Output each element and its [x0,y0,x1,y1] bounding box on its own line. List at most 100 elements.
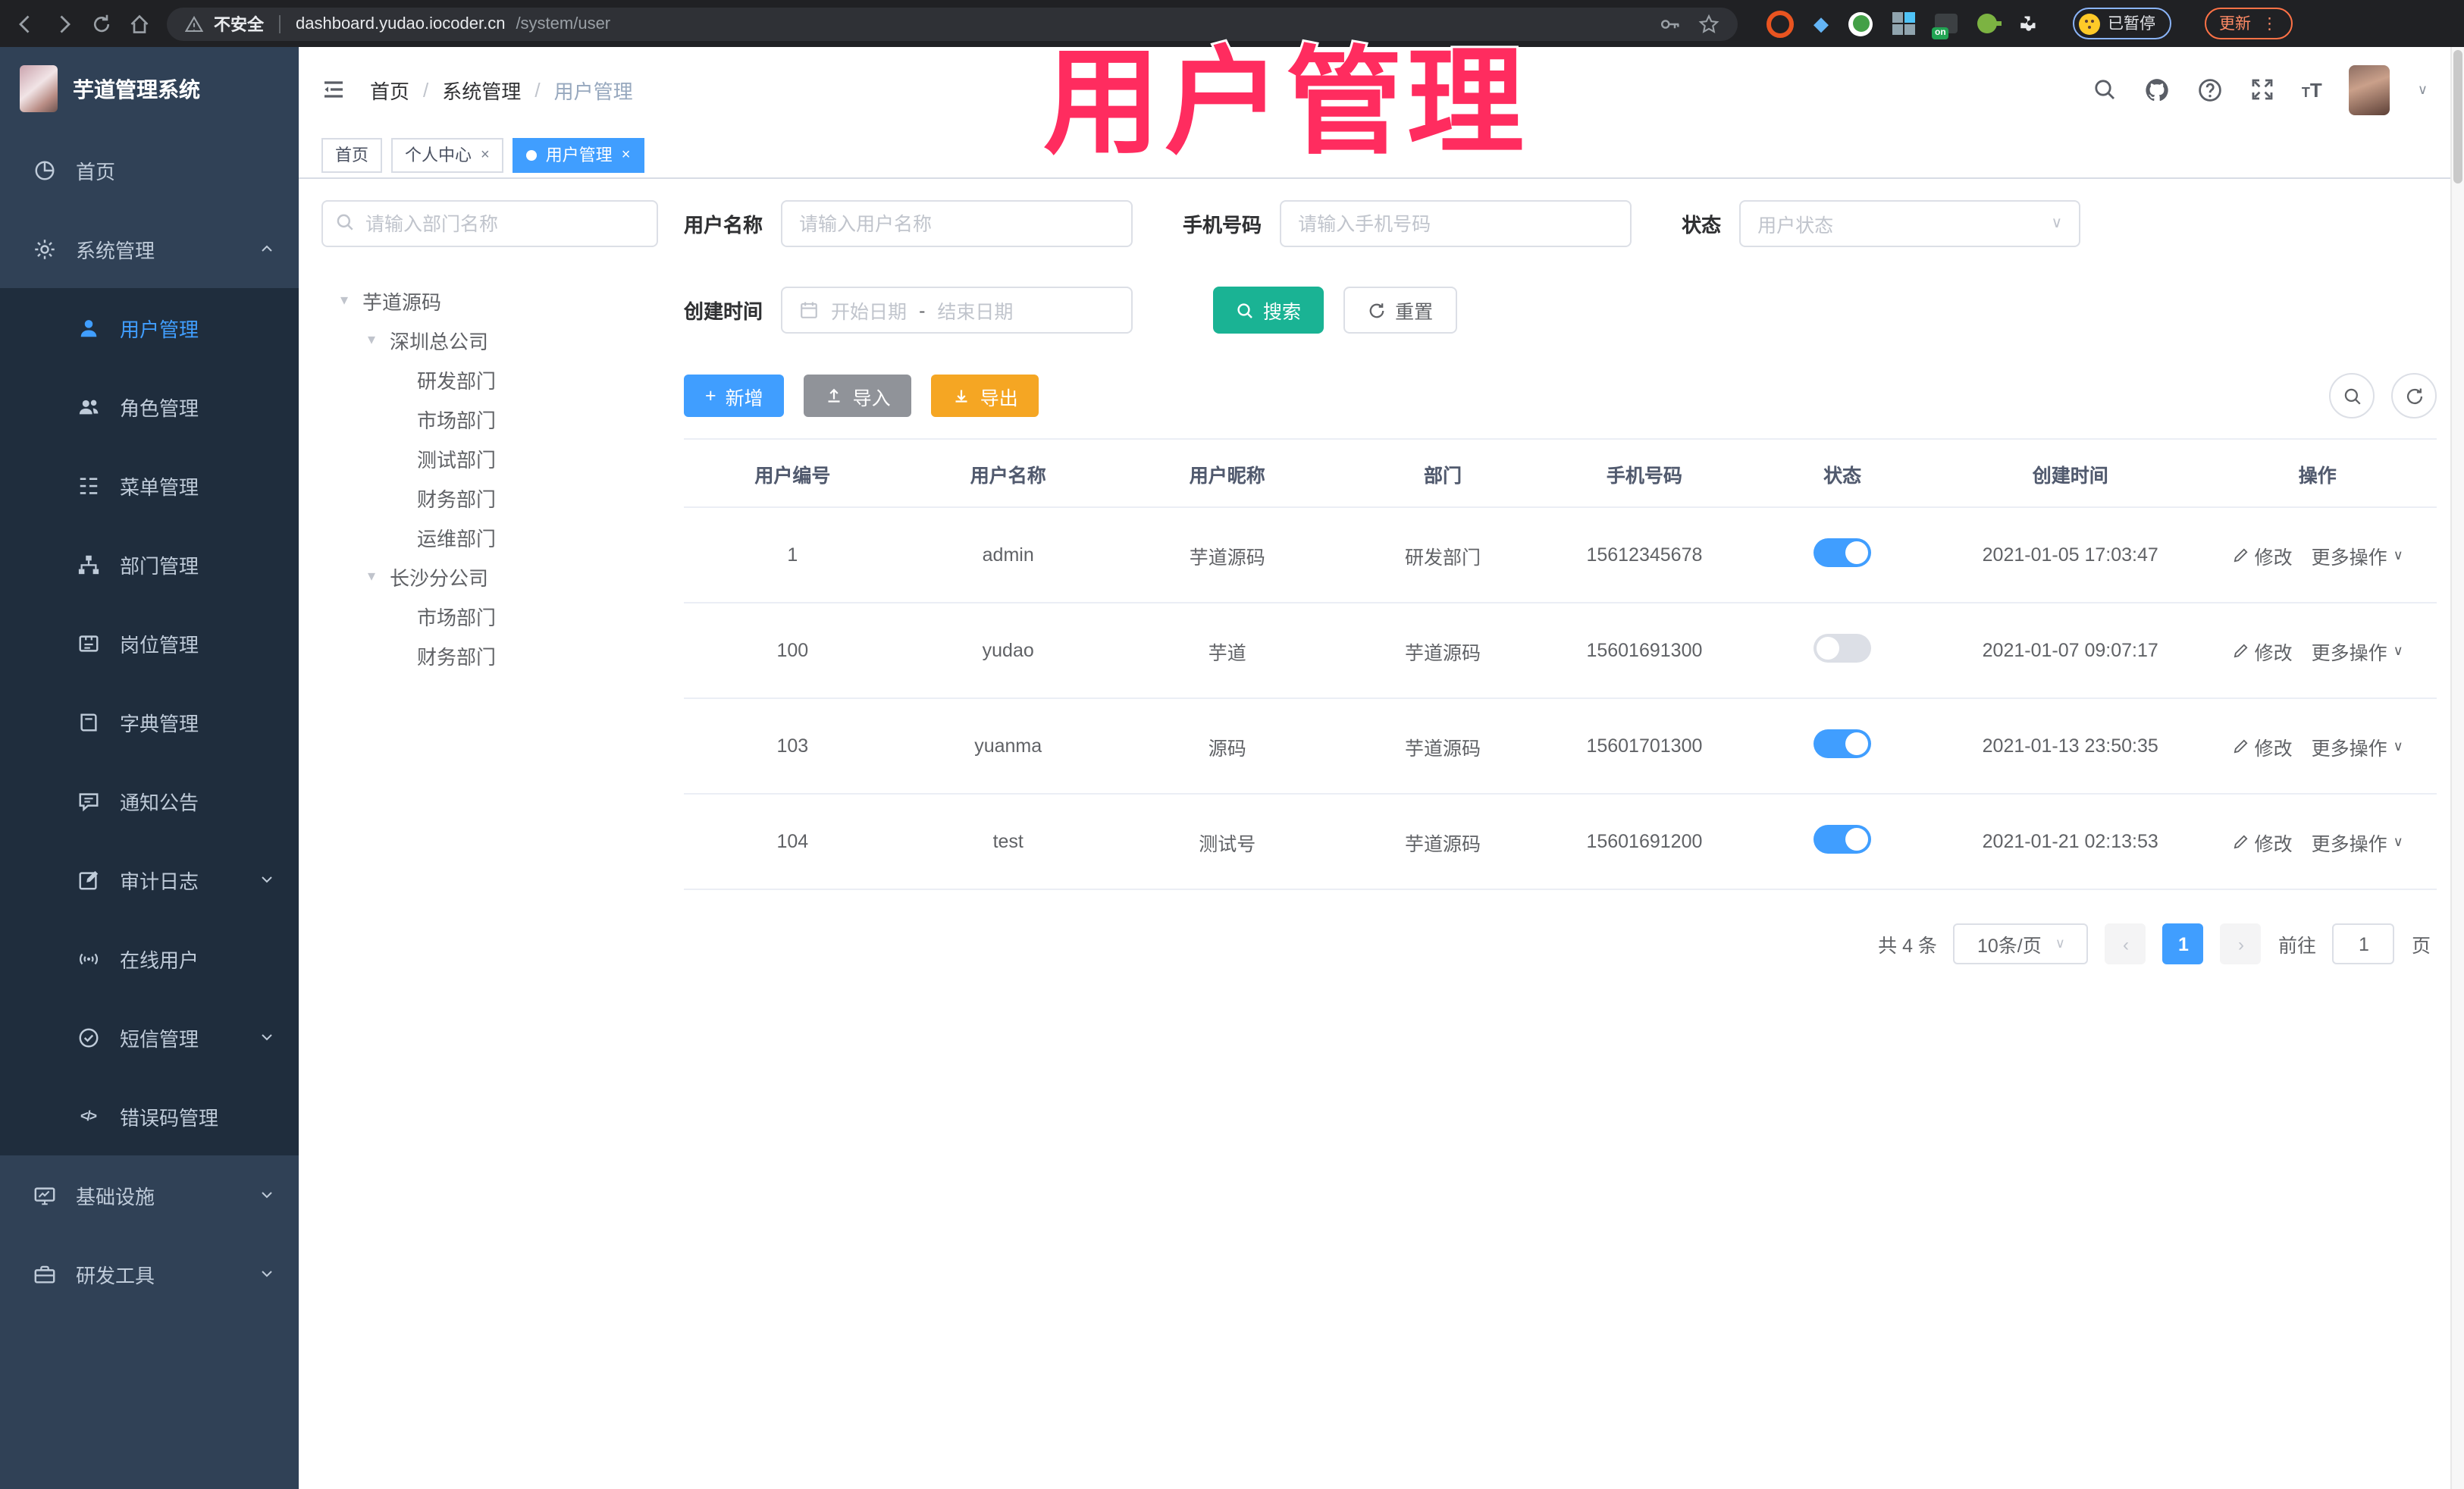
security-label[interactable]: 不安全 [214,11,264,36]
dept-search-input[interactable] [321,200,658,247]
tree-node[interactable]: ▾ 深圳总公司 [321,320,658,359]
username-input[interactable] [781,200,1133,247]
import-button[interactable]: 导入 [804,375,912,417]
extension-blue-gem-icon[interactable]: ◆ [1814,14,1829,33]
tree-node[interactable]: 财务部门 [321,478,658,517]
sidebar-item-dev-tools[interactable]: 研发工具 [0,1234,299,1313]
sidebar-item-home[interactable]: 首页 [0,130,299,209]
back-icon[interactable] [15,13,36,34]
sidebar-item-infrastructure[interactable]: 基础设施 [0,1155,299,1234]
sidebar-item-dept-management[interactable]: 部门管理 [0,525,299,603]
collapse-menu-icon[interactable] [321,77,346,102]
sidebar-item-user-management[interactable]: 用户管理 [0,288,299,367]
extension-squares-icon[interactable] [1892,12,1915,35]
scrollbar-thumb[interactable] [2453,50,2462,183]
sidebar-item-menu-management[interactable]: 菜单管理 [0,446,299,525]
tree-node[interactable]: 财务部门 [321,635,658,675]
help-icon[interactable] [2197,77,2223,102]
sidebar-item-error-code[interactable]: </> 错误码管理 [0,1077,299,1155]
tree-expand-icon[interactable]: ▾ [364,331,379,348]
status-toggle[interactable] [1814,538,1872,567]
user-avatar[interactable] [2349,64,2390,114]
extension-orange-ring-icon[interactable] [1766,10,1794,37]
sidebar-item-online-users[interactable]: 在线用户 [0,919,299,998]
status-toggle[interactable] [1814,634,1872,663]
extension-green-circle-icon[interactable] [1848,11,1873,36]
tree-node[interactable]: 运维部门 [321,517,658,556]
add-button[interactable]: + 新增 [684,375,785,417]
app-logo-row[interactable]: 芋道管理系统 [0,47,299,130]
more-actions-link[interactable]: 更多操作 ∨ [2312,732,2403,760]
security-warning-icon[interactable] [185,14,203,33]
extension-switch-icon[interactable]: on [1932,14,1958,39]
header-search-icon[interactable] [2093,77,2117,102]
avatar-caret-icon[interactable]: ∨ [2418,81,2428,98]
app-title: 芋道管理系统 [73,77,200,101]
tag-home[interactable]: 首页 [321,137,382,172]
page-size-select[interactable]: 10条/页 ∨ [1953,923,2089,964]
github-icon[interactable] [2144,77,2170,102]
edit-link[interactable]: 修改 [2232,827,2293,856]
url-path[interactable]: /system/user [516,14,610,33]
home-icon[interactable] [129,13,150,34]
browser-menu-icon[interactable]: ⋮ [2262,14,2277,33]
tree-node[interactable]: ▾ 芋道源码 [321,281,658,320]
profile-paused-badge[interactable]: 已暂停 [2073,8,2171,39]
tag-user-management[interactable]: 用户管理 × [512,137,644,172]
scrollbar[interactable] [2450,47,2464,1489]
goto-page-input[interactable] [2332,923,2395,964]
more-actions-link[interactable]: 更多操作 ∨ [2312,541,2403,569]
tree-expand-icon[interactable]: ▾ [364,568,379,585]
current-page-button[interactable]: 1 [2162,923,2204,964]
search-button[interactable]: 搜索 [1213,287,1324,334]
close-icon[interactable]: × [622,146,631,163]
mobile-input[interactable] [1280,200,1632,247]
breadcrumb-home[interactable]: 首页 [370,75,409,104]
sidebar-item-system[interactable]: 系统管理 [0,209,299,288]
status-select[interactable]: 用户状态 ∨ [1739,200,2081,247]
edit-link[interactable]: 修改 [2232,541,2293,569]
tree-node[interactable]: 研发部门 [321,359,658,399]
status-toggle[interactable] [1814,729,1872,758]
edit-link[interactable]: 修改 [2232,732,2293,760]
forward-icon[interactable] [53,13,74,34]
edit-link[interactable]: 修改 [2232,636,2293,665]
sidebar-item-sms-management[interactable]: 短信管理 [0,998,299,1077]
date-end-placeholder[interactable]: 结束日期 [937,296,1013,324]
tree-node[interactable]: ▾ 长沙分公司 [321,556,658,596]
sidebar-item-dict-management[interactable]: 字典管理 [0,682,299,761]
tree-expand-icon[interactable]: ▾ [337,292,352,309]
reset-button[interactable]: 重置 [1343,287,1458,334]
next-page-button[interactable]: › [2220,923,2262,964]
close-icon[interactable]: × [481,146,490,163]
reload-icon[interactable] [91,13,112,34]
tree-node[interactable]: 测试部门 [321,438,658,478]
sidebar-item-post-management[interactable]: 岗位管理 [0,603,299,682]
breadcrumb-system[interactable]: 系统管理 [442,75,521,104]
sidebar-item-notice[interactable]: 通知公告 [0,761,299,840]
tag-profile[interactable]: 个人中心 × [391,137,503,172]
extension-green-key-icon[interactable] [1977,14,2002,33]
more-actions-link[interactable]: 更多操作 ∨ [2312,827,2403,856]
date-start-placeholder[interactable]: 开始日期 [831,296,907,324]
bookmark-star-icon[interactable] [1698,13,1719,34]
toggle-search-button[interactable] [2329,373,2375,418]
font-size-icon[interactable]: TT [2302,78,2322,101]
password-key-icon[interactable] [1659,13,1680,34]
export-button[interactable]: 导出 [931,375,1039,417]
chrome-update-button[interactable]: 更新 ⋮ [2204,8,2293,39]
extensions-puzzle-icon[interactable] [2017,13,2038,34]
fullscreen-icon[interactable] [2250,77,2274,102]
refresh-table-button[interactable] [2391,373,2437,418]
more-actions-link[interactable]: 更多操作 ∨ [2312,636,2403,665]
prev-page-button[interactable]: ‹ [2105,923,2146,964]
status-toggle[interactable] [1814,825,1872,854]
tree-node[interactable]: 市场部门 [321,399,658,438]
sidebar-item-audit-log[interactable]: 审计日志 [0,840,299,919]
sidebar-item-role-management[interactable]: 角色管理 [0,367,299,446]
tree-node[interactable]: 市场部门 [321,596,658,635]
breadcrumb: 首页 / 系统管理 / 用户管理 [370,75,633,104]
address-bar[interactable]: 不安全 dashboard.yudao.iocoder.cn/system/us… [167,7,1738,40]
date-range-picker[interactable]: 开始日期 - 结束日期 [781,287,1133,334]
url-host[interactable]: dashboard.yudao.iocoder.cn [296,14,505,33]
